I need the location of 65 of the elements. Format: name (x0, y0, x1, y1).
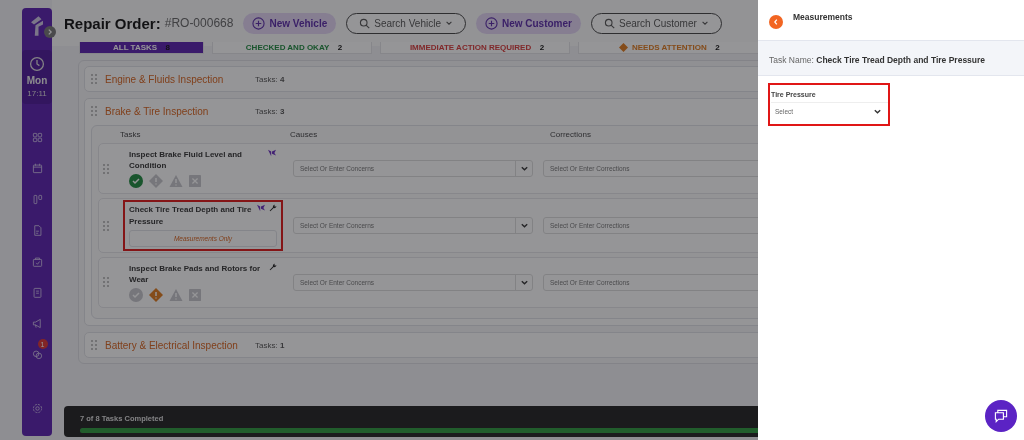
chat-button[interactable] (985, 400, 1017, 432)
search-dropdown[interactable]: Search Customer (590, 12, 722, 34)
task-name: Inspect Brake Pads and Rotors for Wear (129, 262, 262, 286)
document-icon[interactable] (31, 225, 43, 236)
chat-icon[interactable] (31, 349, 43, 360)
back-button[interactable] (769, 15, 783, 29)
chevron-down-icon (444, 19, 453, 27)
filter-tab[interactable]: CHECKED AND OKAY 2 (212, 42, 372, 54)
task-count: Tasks: 1 (255, 340, 285, 350)
search-dropdown[interactable]: Search Vehicle (346, 12, 466, 34)
time-label: 17:11 (27, 89, 47, 98)
drag-handle-icon[interactable] (91, 340, 97, 351)
close-square-icon[interactable] (189, 289, 201, 302)
filter-tab[interactable]: ALL TASKS 8 (79, 42, 204, 54)
order-number: #RO-000668 (164, 16, 234, 30)
task-name-label: Task Name: Check Tire Tread Depth and Tire Pressure (769, 55, 986, 65)
drawer-title: Measurements (793, 12, 853, 22)
task-name: Inspect Brake Fluid Level and Condition (129, 149, 243, 172)
diamond-alert-icon[interactable] (149, 288, 163, 303)
drag-handle-icon[interactable] (91, 106, 97, 116)
logo-icon (28, 14, 46, 38)
chat-icon (993, 408, 1009, 424)
plus-circle-icon (252, 16, 266, 30)
filter-tab[interactable]: IMMEDIATE ACTION REQUIRED 2 (380, 42, 570, 54)
section-title[interactable]: Engine & Fluids Inspection (105, 73, 255, 85)
chevron-down-icon (873, 107, 882, 116)
settings-icon[interactable] (31, 403, 43, 414)
section-title[interactable]: Brake & Tire Inspection (105, 105, 255, 117)
add-button[interactable]: New Customer (475, 12, 581, 34)
close-square-icon[interactable] (189, 175, 201, 188)
diamond-alert-icon[interactable] (149, 174, 163, 189)
search-icon (359, 17, 371, 29)
megaphone-icon[interactable] (31, 318, 43, 329)
day-label: Mon (26, 75, 48, 86)
expand-chevron-icon[interactable] (44, 26, 56, 38)
column-header: Causes (290, 130, 319, 139)
chevron-down-icon (700, 19, 709, 27)
drag-handle-icon[interactable] (103, 163, 109, 174)
chevron-down-icon (519, 221, 529, 231)
page-title: Repair Order: (64, 14, 161, 32)
drag-handle-icon[interactable] (91, 74, 97, 84)
search-icon (603, 17, 615, 29)
calendar-icon[interactable] (31, 163, 43, 174)
column-header: Tasks (120, 130, 142, 139)
check-circle-icon[interactable] (129, 288, 143, 303)
task-name: Check Tire Tread Depth and Tire Pressure (129, 204, 253, 227)
diamond-icon (619, 43, 628, 52)
warning-icon[interactable] (169, 174, 183, 189)
column-header: Corrections (550, 130, 592, 139)
section-title[interactable]: Battery & Electrical Inspection (105, 339, 255, 351)
warning-icon[interactable] (169, 288, 183, 303)
add-button[interactable]: New Vehicle (243, 12, 337, 34)
clipboard-icon[interactable] (31, 287, 43, 298)
drag-handle-icon[interactable] (103, 277, 109, 288)
task-count: Tasks: 3 (255, 106, 285, 116)
board-icon[interactable] (31, 194, 43, 205)
chevron-left-icon (772, 18, 780, 26)
check-circle-icon[interactable] (129, 174, 143, 189)
task-count: Tasks: 4 (255, 74, 285, 84)
plus-circle-icon (484, 16, 498, 30)
bag-icon[interactable] (31, 256, 43, 267)
grid-icon[interactable] (31, 132, 43, 143)
chevron-down-icon (519, 164, 529, 174)
clock-icon (29, 56, 45, 72)
drag-handle-icon[interactable] (103, 220, 109, 231)
